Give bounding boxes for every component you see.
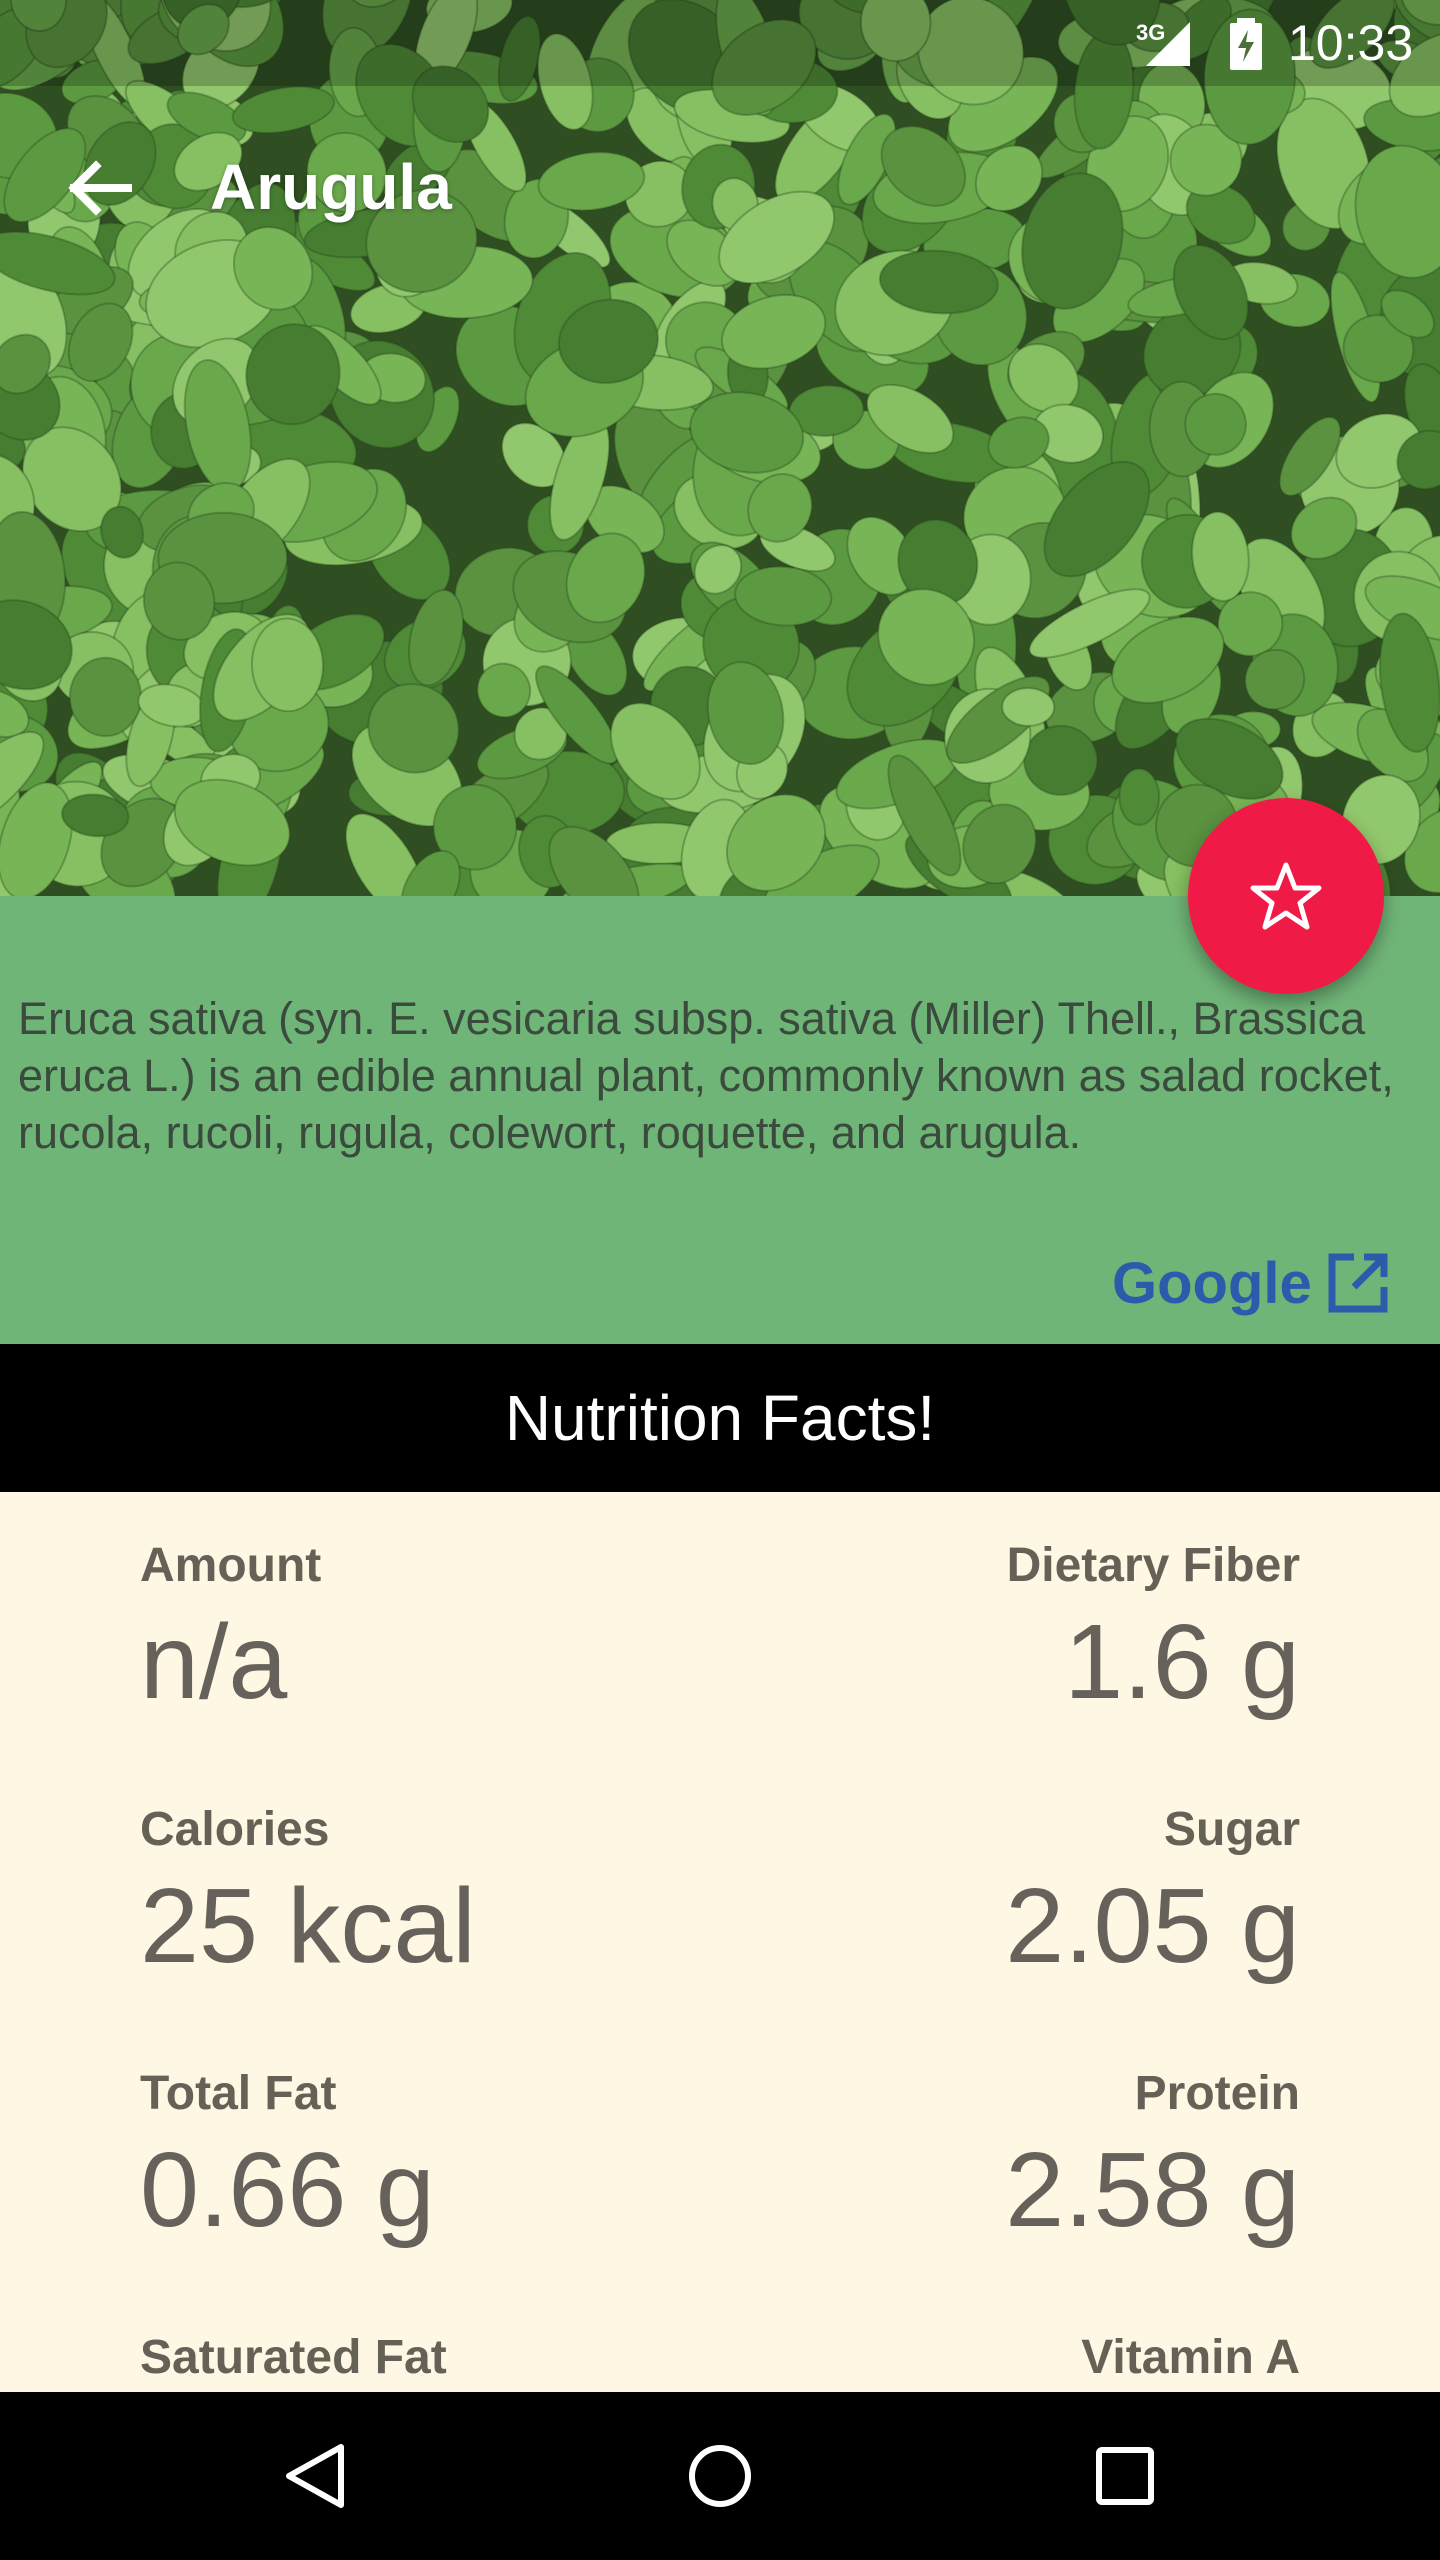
- nutrient-dietary-fiber: Dietary Fiber 1.6 g: [660, 1536, 1300, 1722]
- battery-charging-icon: [1230, 18, 1262, 70]
- nav-recents-icon: [1096, 2447, 1154, 2505]
- open-in-new-icon: [1326, 1251, 1390, 1315]
- arugula-leaves-photo: [0, 0, 1440, 896]
- description-text: Eruca sativa (syn. E. vesicaria subsp. s…: [18, 993, 1394, 1158]
- nutrition-header: Nutrition Facts!: [0, 1344, 1440, 1492]
- nutrient-value: 2.58 g: [1005, 2131, 1300, 2249]
- nav-back-button[interactable]: [265, 2426, 365, 2526]
- system-nav-bar: [0, 2392, 1440, 2560]
- page-title: Arugula: [210, 151, 452, 223]
- arrow-back-icon: [68, 160, 132, 216]
- nutrient-label: Vitamin A: [1081, 2331, 1300, 2384]
- signal-icon: [1146, 22, 1190, 66]
- clock: 10:33: [1288, 15, 1414, 71]
- hero-image: 3G 10:33 Arugula: [0, 0, 1440, 896]
- google-link[interactable]: Google: [1112, 1245, 1390, 1321]
- nutrient-label: Dietary Fiber: [1006, 1539, 1300, 1592]
- back-button[interactable]: [52, 140, 148, 236]
- nav-home-icon: [689, 2445, 751, 2507]
- nutrient-label: Protein: [1134, 2067, 1300, 2120]
- nutrient-vitamin-a: Vitamin A: [660, 2328, 1300, 2392]
- star-outline-icon: [1250, 862, 1322, 930]
- nutrient-value: 1.6 g: [1064, 1603, 1300, 1721]
- status-bar: 3G 10:33: [0, 0, 1440, 86]
- nav-recents-button[interactable]: [1075, 2426, 1175, 2526]
- favorite-button[interactable]: [1188, 798, 1384, 994]
- google-link-label: Google: [1112, 1250, 1312, 1316]
- nav-home-button[interactable]: [670, 2426, 770, 2526]
- nutrient-protein: Protein 2.58 g: [660, 2064, 1300, 2250]
- nutrition-grid: Amount n/a Dietary Fiber 1.6 g Calories …: [0, 1492, 1440, 2392]
- nutrient-sugar: Sugar 2.05 g: [660, 1800, 1300, 1986]
- nav-back-icon: [286, 2444, 344, 2508]
- nutrient-value: 2.05 g: [1005, 1867, 1300, 1985]
- nutrient-label: Sugar: [1163, 1803, 1300, 1856]
